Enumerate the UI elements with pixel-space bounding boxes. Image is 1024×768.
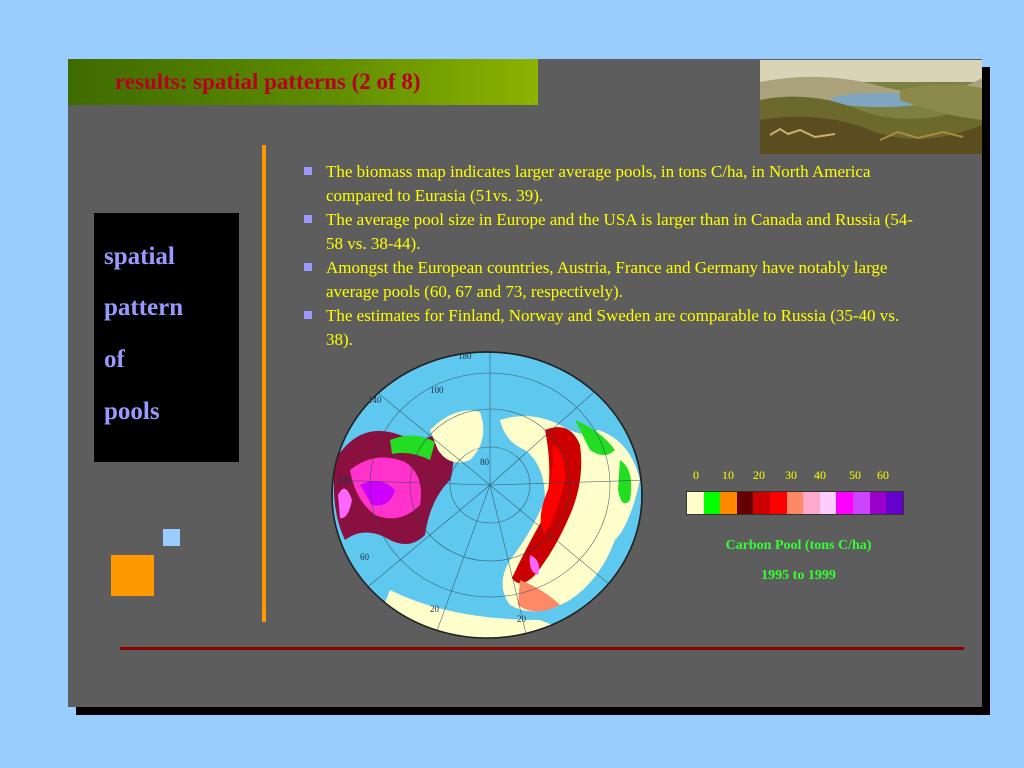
bullet-item: Amongst the European countries, Austria,… [303, 256, 928, 304]
bullet-square-icon [304, 167, 312, 175]
map-label-20-bottom: 20 [517, 614, 527, 624]
legend-caption-years: 1995 to 1999 [761, 568, 836, 583]
bullet-text: Amongst the European countries, Austria,… [326, 258, 888, 301]
bullet-item: The estimates for Finland, Norway and Sw… [303, 304, 928, 352]
legend-tick: 40 [814, 468, 826, 482]
vertical-divider [262, 145, 266, 622]
bullet-list: The biomass map indicates larger average… [303, 160, 928, 352]
legend-tick: 0 [693, 468, 699, 482]
color-scale-swatch [869, 492, 887, 514]
legend-caption-title: Carbon Pool (tons C/ha) [725, 538, 872, 553]
legend-tick: 20 [753, 468, 765, 482]
legend-tick: 30 [785, 468, 797, 482]
color-scale-swatch [836, 492, 854, 514]
side-word-of: of [104, 346, 125, 373]
color-scale-swatch [886, 492, 903, 514]
color-scale-swatch [786, 492, 804, 514]
map-label-140: 140 [368, 395, 382, 405]
bullet-text: The average pool size in Europe and the … [326, 210, 913, 253]
color-scale-swatch [720, 492, 737, 514]
map-label-100-left: 100 [337, 475, 351, 485]
side-word-pools: pools [104, 398, 160, 425]
color-scale-bar [686, 491, 904, 515]
map-label-80: 80 [480, 457, 490, 467]
color-scale-swatch [703, 492, 721, 514]
landscape-painting-image [760, 60, 982, 154]
bullet-square-icon [304, 311, 312, 319]
bullet-item: The average pool size in Europe and the … [303, 208, 928, 256]
color-scale-swatch [770, 492, 787, 514]
bullet-square-icon [304, 263, 312, 271]
carbon-pool-polar-map: 180 140 100 100 80 60 20 20 [331, 351, 643, 639]
color-scale-swatch [853, 492, 870, 514]
map-label-60: 60 [360, 552, 370, 562]
color-scale-swatch [753, 492, 771, 514]
color-scale-swatch [687, 492, 704, 514]
map-label-20-left: 20 [430, 604, 440, 614]
color-scale-swatch [736, 492, 754, 514]
bullet-text: The estimates for Finland, Norway and Sw… [326, 306, 900, 349]
legend-tick: 10 [722, 468, 734, 482]
side-word-pattern: pattern [104, 294, 184, 321]
color-scale-swatch [803, 492, 820, 514]
bottom-rule [120, 647, 964, 650]
side-word-spatial: spatial [104, 243, 175, 270]
slide-title: results: spatial patterns (2 of 8) [115, 69, 421, 94]
bullet-square-icon [304, 215, 312, 223]
decorative-square-orange [111, 555, 154, 596]
map-label-180: 180 [458, 351, 472, 361]
legend-tick: 50 [849, 468, 861, 482]
color-scale-swatch [819, 492, 837, 514]
bullet-text: The biomass map indicates larger average… [326, 162, 871, 205]
legend-tick: 60 [877, 468, 889, 482]
decorative-square-blue [163, 529, 180, 546]
bullet-item: The biomass map indicates larger average… [303, 160, 928, 208]
map-label-100-top: 100 [430, 385, 444, 395]
